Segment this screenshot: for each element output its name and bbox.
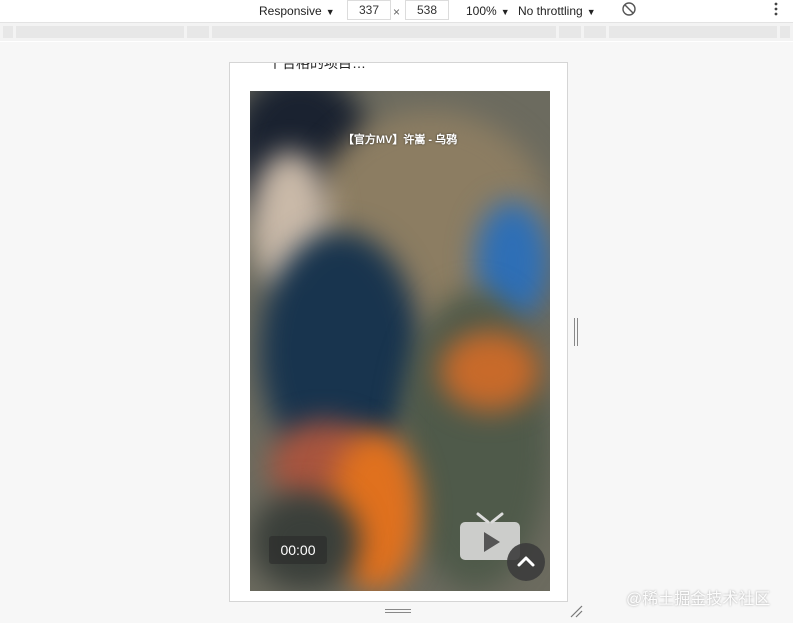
media-query-segment[interactable] (609, 26, 777, 38)
chevron-up-icon (517, 556, 535, 567)
media-query-segment[interactable] (187, 26, 209, 38)
media-query-segment[interactable] (584, 26, 606, 38)
throttling-select[interactable]: No throttling ▼ (518, 3, 596, 19)
dimension-separator: × (393, 5, 401, 19)
device-viewport: 一个合格的项目… 【官方MV】许嵩 - 乌鸦 00:00 (229, 62, 568, 602)
more-vertical-icon[interactable] (772, 1, 780, 17)
devtools-device-toolbar: Responsive ▼ 337 × 538 100% ▼ No throttlin… (0, 0, 793, 23)
page-text-clipped: 一个合格的项目… (254, 62, 366, 71)
height-input[interactable]: 538 (405, 0, 449, 20)
video-title: 【官方MV】许嵩 - 乌鸦 (342, 134, 458, 146)
device-select[interactable]: Responsive ▼ (259, 3, 335, 19)
media-query-segment[interactable] (3, 26, 13, 38)
video-player[interactable]: 【官方MV】许嵩 - 乌鸦 00:00 (250, 91, 550, 591)
rotate-icon[interactable] (621, 1, 637, 17)
zoom-select[interactable]: 100% ▼ (466, 3, 510, 19)
zoom-label: 100% (466, 4, 497, 18)
media-query-segment[interactable] (16, 26, 184, 38)
resize-handle-right[interactable] (573, 318, 579, 346)
throttling-label: No throttling (518, 4, 583, 18)
media-query-segment[interactable] (212, 26, 556, 38)
media-query-segment[interactable] (559, 26, 581, 38)
width-input[interactable]: 337 (347, 0, 391, 20)
scroll-to-top-button[interactable] (507, 543, 545, 581)
resize-handle-bottom[interactable] (385, 608, 411, 614)
video-time-label: 00:00 (269, 536, 327, 564)
zoom-dropdown-icon: ▼ (500, 7, 510, 17)
video-frame-region (440, 331, 540, 411)
throttling-dropdown-icon: ▼ (586, 7, 596, 17)
media-query-bar[interactable] (0, 23, 793, 41)
site-watermark: @稀土掘金技术社区 (626, 591, 771, 608)
media-query-segment[interactable] (780, 26, 790, 38)
device-dropdown-icon: ▼ (325, 7, 335, 17)
device-select-label: Responsive (259, 4, 322, 18)
resize-handle-corner[interactable] (569, 604, 583, 618)
